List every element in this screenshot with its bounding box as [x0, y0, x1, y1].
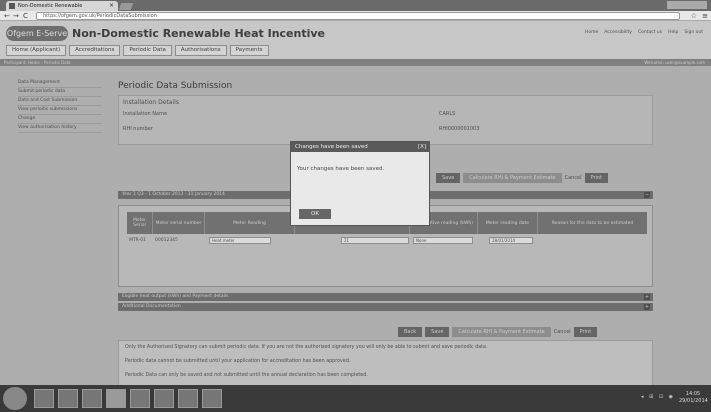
- reload-icon[interactable]: C: [23, 12, 28, 20]
- back-icon[interactable]: ←: [4, 12, 10, 20]
- address-bar-row: ← → C https://ofgem.gov.uk/PeriodicDataS…: [0, 11, 711, 21]
- outlook-icon[interactable]: [130, 389, 150, 408]
- window-controls[interactable]: [667, 1, 707, 9]
- start-button[interactable]: [3, 387, 27, 410]
- chrome-icon[interactable]: [106, 389, 126, 408]
- forward-icon[interactable]: →: [13, 12, 19, 20]
- dialog-title-bar: Changes have been saved [X]: [291, 142, 429, 152]
- close-tab-icon[interactable]: ×: [109, 1, 114, 11]
- web-page: Ofgem E-Serve Non-Domestic Renewable Hea…: [0, 21, 711, 385]
- app-icon[interactable]: [154, 389, 174, 408]
- app-icon[interactable]: [202, 389, 222, 408]
- dialog-close-button[interactable]: [X]: [418, 142, 426, 152]
- ie-icon[interactable]: [34, 389, 54, 408]
- new-tab-button[interactable]: [118, 3, 134, 10]
- clock-time: 14:05: [685, 391, 701, 397]
- browser-menu-icon[interactable]: ≡: [702, 12, 708, 20]
- explorer-icon[interactable]: [58, 389, 78, 408]
- windows-taskbar: ◂ ⊞ ⊡ ◉ 14:05 29/01/2014: [0, 385, 711, 412]
- changes-saved-dialog: Changes have been saved [X] Your changes…: [290, 141, 430, 226]
- tab-title: Non-Domestic Renewable: [18, 3, 83, 9]
- dialog-title: Changes have been saved: [295, 144, 368, 150]
- bookmark-star-icon[interactable]: ☆: [691, 12, 697, 20]
- browser-tab[interactable]: Non-Domestic Renewable ×: [6, 1, 118, 11]
- browser-tabstrip: Non-Domestic Renewable ×: [0, 0, 711, 11]
- system-tray[interactable]: ◂ ⊞ ⊡ ◉: [641, 394, 675, 400]
- clock[interactable]: 14:05 29/01/2014: [679, 391, 708, 405]
- media-icon[interactable]: [82, 389, 102, 408]
- clock-date: 29/01/2014: [679, 398, 708, 404]
- ok-button[interactable]: OK: [299, 209, 331, 219]
- dialog-message: Your changes have been saved.: [297, 166, 385, 172]
- favicon-icon: [9, 3, 15, 9]
- url-input[interactable]: https://ofgem.gov.uk/PeriodicDataSubmiss…: [36, 12, 680, 20]
- app-icon[interactable]: [178, 389, 198, 408]
